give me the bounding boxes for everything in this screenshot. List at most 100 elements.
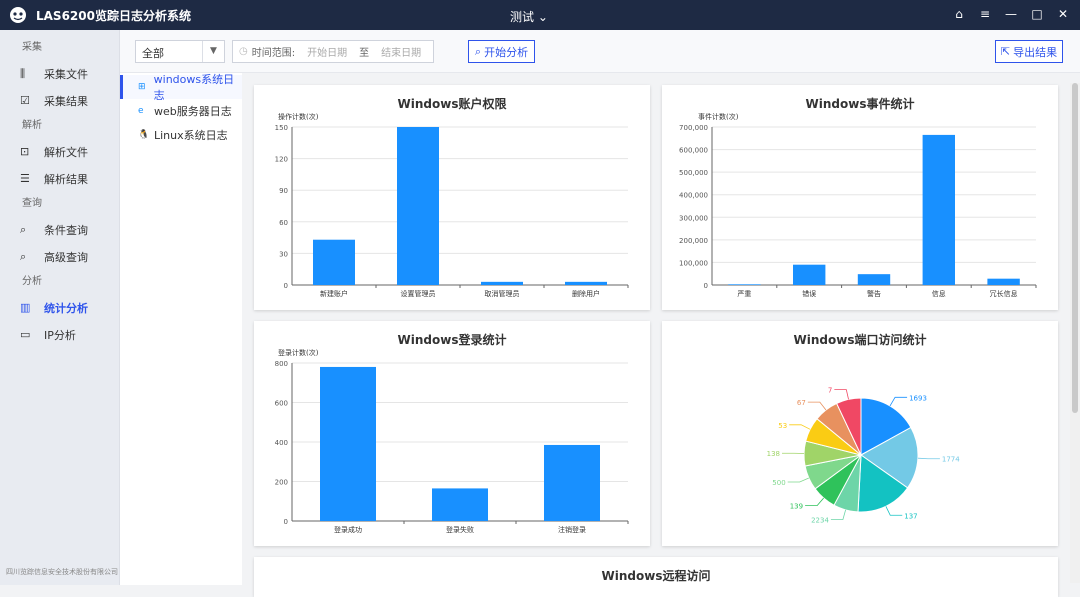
collect-file-icon: ⫼ <box>20 67 34 81</box>
log-source-nav: ⊞windows系统日志eweb服务器日志🐧Linux系统日志 <box>120 73 242 585</box>
bar-chart-icon: ▥ <box>20 301 34 315</box>
advanced-search-icon: ⌕ <box>20 250 34 264</box>
chevron-down-icon[interactable]: ▼ <box>202 41 224 62</box>
y-tick-label: 90 <box>279 187 288 195</box>
pie-label: 67 <box>797 399 806 407</box>
clock-icon: ◷ <box>239 46 248 57</box>
bar <box>320 367 376 521</box>
home-icon[interactable]: ⌂ <box>952 6 966 22</box>
pie-label: 1774 <box>942 456 960 464</box>
bar <box>923 135 955 285</box>
title-bar: LAS6200览踪日志分析系统 测试 ⌄ ⌂ ≡ — □ ✕ <box>0 0 1080 30</box>
maximize-icon[interactable]: □ <box>1030 6 1044 22</box>
x-tick-label: 注销登录 <box>558 525 586 534</box>
y-tick-label: 200 <box>275 479 288 487</box>
range-label: 时间范围: <box>252 44 295 59</box>
y-tick-label: 60 <box>279 219 288 227</box>
sidebar-item-label: 采集文件 <box>44 66 88 82</box>
pie-leader-line <box>808 402 826 410</box>
sidebar-item[interactable]: ⌕ 高级查询 <box>0 243 119 270</box>
parse-file-icon: ⊡ <box>20 145 34 159</box>
y-tick-label: 600 <box>275 400 288 408</box>
sidebar-item[interactable]: ▥统计分析 <box>0 294 119 321</box>
y-tick-label: 700,000 <box>679 124 708 132</box>
bar <box>728 284 760 285</box>
log-source-item[interactable]: ⊞windows系统日志 <box>120 75 242 99</box>
end-date-input[interactable]: 结束日期 <box>381 44 421 59</box>
log-source-item[interactable]: eweb服务器日志 <box>120 99 242 123</box>
bar <box>544 445 600 521</box>
x-tick-label: 取消管理员 <box>485 289 520 298</box>
sidebar-item-label: 高级查询 <box>44 249 88 265</box>
x-tick-label: 错误 <box>802 289 816 298</box>
export-label: 导出结果 <box>1013 44 1057 60</box>
y-axis-label: 操作计数(次) <box>278 112 319 121</box>
y-tick-label: 0 <box>284 518 288 526</box>
pie-label: 139 <box>790 503 803 511</box>
app-title: LAS6200览踪日志分析系统 <box>36 7 191 24</box>
date-range-picker[interactable]: ◷ 时间范围: 开始日期 至 结束日期 <box>232 40 434 63</box>
pie-leader-line <box>831 510 846 520</box>
minimize-icon[interactable]: — <box>1004 6 1018 22</box>
bar <box>987 279 1019 285</box>
analyze-button[interactable]: ⌕ 开始分析 <box>468 40 535 63</box>
range-separator: 至 <box>359 44 369 59</box>
export-icon: ⇱ <box>1001 45 1010 58</box>
pie-leader-line <box>886 506 902 515</box>
sidebar-item[interactable]: ⊡解析文件 <box>0 138 119 165</box>
collect-result-icon: ☑ <box>20 94 34 108</box>
app-logo-icon <box>8 5 28 25</box>
search-icon: ⌕ <box>20 223 34 237</box>
menu-icon[interactable]: ≡ <box>978 6 992 22</box>
x-tick-label: 警告 <box>867 289 881 298</box>
chart-title: Windows事件统计 <box>662 95 1058 112</box>
sidebar-item[interactable]: ▭IP分析 <box>0 321 119 348</box>
pie-label: 137 <box>904 512 917 520</box>
sidebar-item[interactable]: ☑采集结果 <box>0 87 119 114</box>
log-source-item[interactable]: 🐧Linux系统日志 <box>120 123 242 147</box>
sidebar-item-label: 条件查询 <box>44 222 88 238</box>
pie-leader-line <box>834 390 848 400</box>
monitor-icon: ▭ <box>20 328 34 342</box>
pie-leader-line <box>789 425 810 430</box>
y-tick-label: 150 <box>275 124 288 132</box>
y-tick-label: 300,000 <box>679 214 708 222</box>
y-tick-label: 0 <box>704 282 708 290</box>
chart-title: Windows远程访问 <box>254 567 1058 584</box>
account-bar-chart: 操作计数(次)0306090120150新建账户设置管理员取消管理员删除用户 <box>254 85 650 310</box>
sidebar-item[interactable]: ☰解析结果 <box>0 165 119 192</box>
pie-label: 7 <box>828 387 832 395</box>
project-selector[interactable]: 测试 ⌄ <box>510 8 548 25</box>
x-tick-label: 新建账户 <box>320 289 348 298</box>
pie-leader-line <box>890 397 907 406</box>
y-tick-label: 500,000 <box>679 169 708 177</box>
bar <box>565 282 607 285</box>
scrollbar[interactable] <box>1070 83 1080 583</box>
chart-card-remote: Windows远程访问 <box>254 557 1058 597</box>
close-icon[interactable]: ✕ <box>1056 6 1070 22</box>
sidebar-item[interactable]: ⌕ 条件查询 <box>0 216 119 243</box>
pie-label: 500 <box>772 479 785 487</box>
parse-result-icon: ☰ <box>20 172 34 186</box>
pie-leader-line <box>788 478 809 482</box>
log-type-select[interactable]: 全部 ▼ <box>135 40 225 63</box>
pie-label: 2234 <box>811 517 829 525</box>
ie-icon: e <box>138 106 148 116</box>
events-bar-chart: 事件计数(次)0100,000200,000300,000400,000500,… <box>662 85 1058 310</box>
pie-label: 138 <box>767 450 780 458</box>
y-tick-label: 30 <box>279 250 288 258</box>
export-button[interactable]: ⇱ 导出结果 <box>995 40 1063 63</box>
chart-title: Windows登录统计 <box>254 331 650 348</box>
chart-card-ports: Windows端口访问统计 16931774137223413950013853… <box>662 321 1058 546</box>
start-date-input[interactable]: 开始日期 <box>307 44 347 59</box>
scrollbar-thumb[interactable] <box>1072 83 1078 413</box>
select-value: 全部 <box>142 47 164 60</box>
pie-label: 53 <box>778 422 787 430</box>
chart-card-account: Windows账户权限 操作计数(次)0306090120150新建账户设置管理… <box>254 85 650 310</box>
x-tick-label: 设置管理员 <box>401 289 436 298</box>
sidebar-item[interactable]: ⫼ 采集文件 <box>0 60 119 87</box>
sidebar-section-title: 解析 <box>0 114 119 138</box>
search-icon: ⌕ <box>475 45 481 59</box>
bar <box>397 127 439 285</box>
y-tick-label: 800 <box>275 360 288 368</box>
